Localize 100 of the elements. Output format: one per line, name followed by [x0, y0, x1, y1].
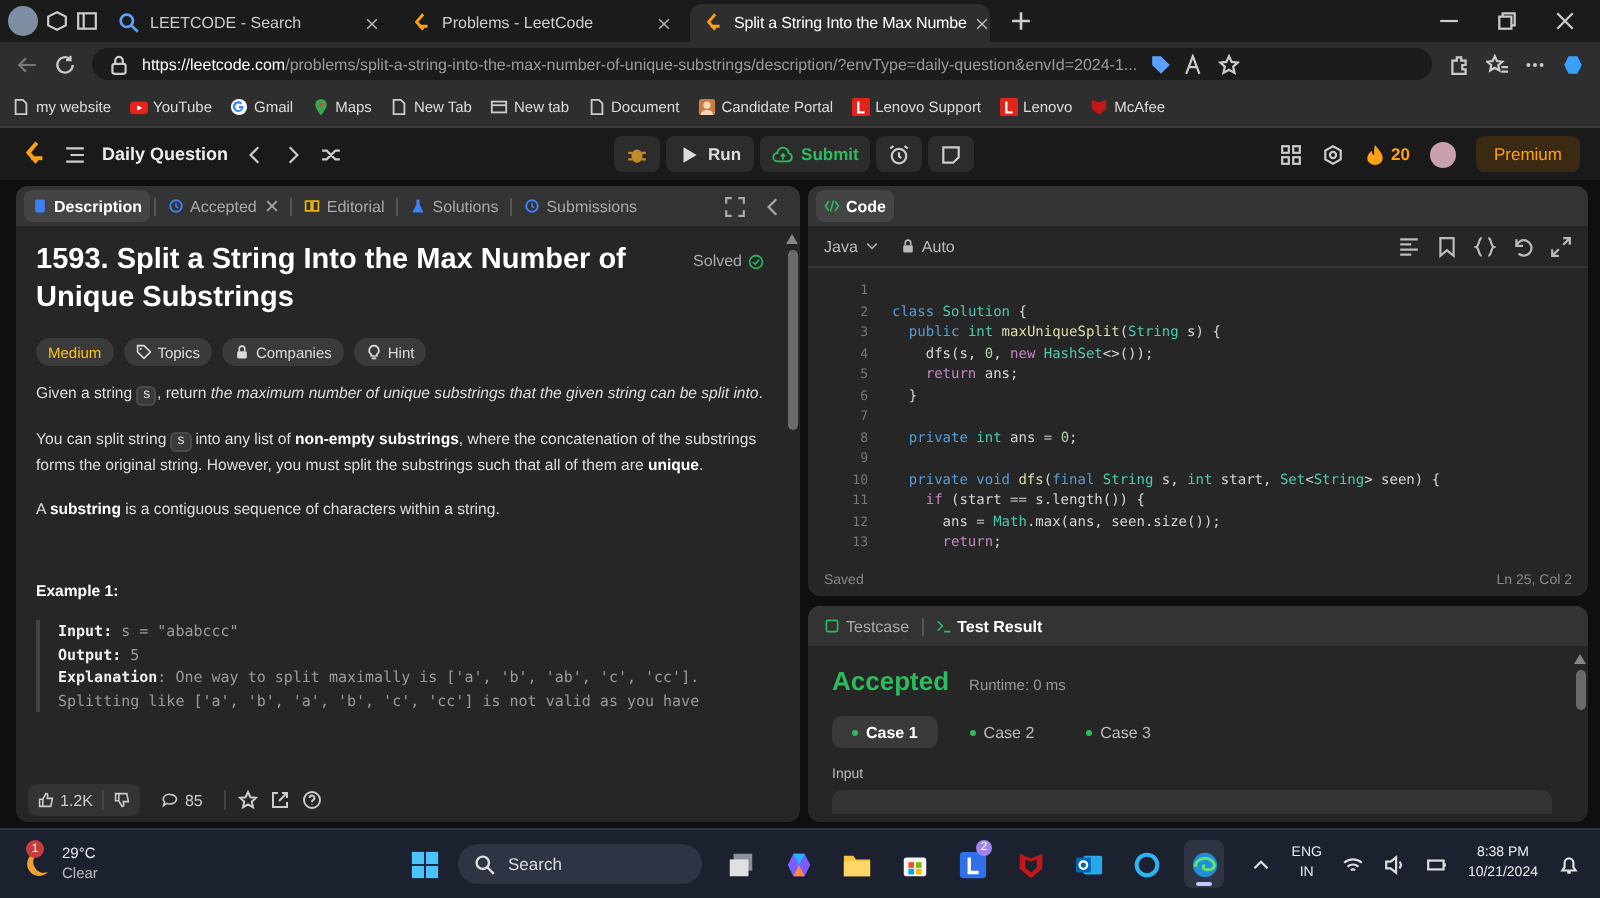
lightbulb-icon: [365, 344, 382, 360]
premium-button[interactable]: Premium: [1475, 136, 1580, 172]
alarm-clock-icon: [888, 143, 911, 165]
thumbs-down-icon: [114, 792, 131, 808]
note-icon: [940, 143, 963, 165]
submit-button[interactable]: Submit: [759, 136, 871, 172]
help-icon[interactable]: [302, 790, 323, 810]
cube-icon[interactable]: [46, 10, 68, 32]
expand-icon[interactable]: [1550, 235, 1572, 257]
bell-icon[interactable]: [1558, 853, 1580, 875]
browser-tab[interactable]: Split a String Into the Max Numbe: [690, 4, 990, 42]
run-button[interactable]: Run: [666, 136, 754, 172]
user-avatar[interactable]: [1429, 141, 1456, 167]
case-tab[interactable]: Case 2: [949, 716, 1055, 748]
page-icon: [12, 97, 30, 115]
layout-grid-icon[interactable]: [1279, 143, 1302, 165]
scrollbar-thumb[interactable]: [787, 250, 797, 430]
panel-tab[interactable]: Submissions: [516, 190, 646, 222]
settings-icon[interactable]: [1321, 143, 1344, 165]
site-logo-icon: [410, 12, 432, 34]
back-arrow-icon[interactable]: [16, 53, 38, 75]
panel-tab[interactable]: Description: [24, 190, 151, 222]
address-bar[interactable]: https://leetcode.com/problems/split-a-string-into-the-max-number-of-unique-substrings/description/?envType=daily-question&envId=2024-1...: [92, 48, 1432, 80]
shield-icon: [1090, 97, 1109, 115]
lock-icon: [233, 344, 250, 360]
shield-icon[interactable]: [1015, 849, 1045, 879]
l-letter-icon: [851, 97, 870, 115]
close-icon[interactable]: [1554, 10, 1576, 32]
search-icon: [118, 12, 140, 34]
lock-icon: [899, 238, 916, 254]
play-icon: [129, 97, 148, 115]
browser-tab[interactable]: Problems - LeetCode: [398, 4, 682, 42]
timer-button[interactable]: [876, 136, 923, 172]
site-logo-icon: [702, 12, 724, 34]
page-icon: [389, 97, 408, 115]
panel-tab[interactable]: Testcase: [816, 610, 918, 642]
close-icon[interactable]: [976, 17, 989, 29]
comments-button[interactable]: 85: [152, 784, 213, 816]
undo-icon[interactable]: [1512, 235, 1534, 257]
star-icon[interactable]: [1217, 53, 1240, 75]
plus-icon[interactable]: [1010, 10, 1032, 32]
close-icon[interactable]: [266, 200, 279, 212]
chevron-down-icon: [863, 238, 880, 254]
play-icon: [678, 143, 701, 165]
favorites-icon[interactable]: [1486, 53, 1508, 75]
panel-tab[interactable]: Test Result: [927, 610, 1051, 642]
panel-tab[interactable]: Accepted: [160, 190, 287, 222]
panel-tab[interactable]: Solutions: [402, 190, 507, 222]
book-icon: [304, 198, 321, 214]
close-icon[interactable]: [658, 17, 670, 29]
restore-icon[interactable]: [1496, 10, 1518, 32]
l-letter-icon[interactable]: [957, 849, 987, 879]
taskbar-search[interactable]: Search: [458, 844, 702, 884]
tab-actions-icon[interactable]: [76, 10, 98, 32]
speaker-icon[interactable]: [1383, 853, 1406, 875]
braces-icon[interactable]: [1474, 235, 1496, 257]
tag-icon[interactable]: [1149, 53, 1172, 75]
case-tab[interactable]: Case 1: [832, 716, 938, 748]
page-title[interactable]: Daily Question: [102, 144, 229, 164]
speech-bubble-icon: [162, 792, 179, 808]
wifi-icon[interactable]: [1341, 853, 1364, 875]
copilot-icon[interactable]: [783, 849, 813, 879]
cloud-upload-icon: [771, 143, 794, 165]
star-icon[interactable]: [238, 790, 259, 810]
document-icon: [32, 198, 48, 214]
debug-button[interactable]: [614, 136, 661, 172]
language-dropdown[interactable]: Java: [824, 237, 880, 255]
ring-icon[interactable]: [1131, 849, 1161, 879]
list-icon[interactable]: [64, 143, 86, 165]
result-status: Accepted: [832, 666, 950, 696]
close-icon[interactable]: [366, 17, 378, 29]
site-logo-icon[interactable]: [20, 140, 48, 168]
auto-mode-toggle[interactable]: Auto: [899, 237, 955, 255]
format-icon[interactable]: [1398, 235, 1420, 257]
task-view-icon[interactable]: [725, 849, 755, 879]
windows-logo-icon[interactable]: [410, 849, 440, 879]
lock-icon: [108, 53, 130, 75]
expand-icon[interactable]: [724, 195, 746, 217]
notes-button[interactable]: [928, 136, 975, 172]
profile-avatar[interactable]: [8, 6, 38, 36]
code-brackets-icon: [824, 198, 840, 214]
scrollbar-thumb[interactable]: [1575, 670, 1585, 710]
share-icon[interactable]: [270, 790, 291, 810]
streak-counter[interactable]: 20: [1363, 143, 1410, 165]
refresh-icon[interactable]: [54, 53, 76, 75]
search-icon: [474, 853, 496, 875]
read-aloud-icon[interactable]: [1183, 53, 1206, 75]
case-tab[interactable]: Case 3: [1066, 716, 1172, 748]
bookmark-icon[interactable]: [1436, 235, 1458, 257]
solved-status: Solved: [693, 242, 764, 270]
scroll-up-icon[interactable]: [1574, 654, 1586, 664]
puzzle-icon[interactable]: [1448, 53, 1470, 75]
browser-tab[interactable]: LEETCODE - Search: [106, 4, 390, 42]
scroll-up-icon[interactable]: [786, 234, 798, 244]
browser-icon[interactable]: [1189, 849, 1219, 879]
terminal-icon: [935, 618, 952, 634]
thumbs-up-icon: [38, 792, 54, 808]
copilot-icon[interactable]: [1562, 53, 1584, 75]
portrait-icon: [697, 97, 716, 115]
panel-tab[interactable]: Editorial: [296, 190, 393, 222]
